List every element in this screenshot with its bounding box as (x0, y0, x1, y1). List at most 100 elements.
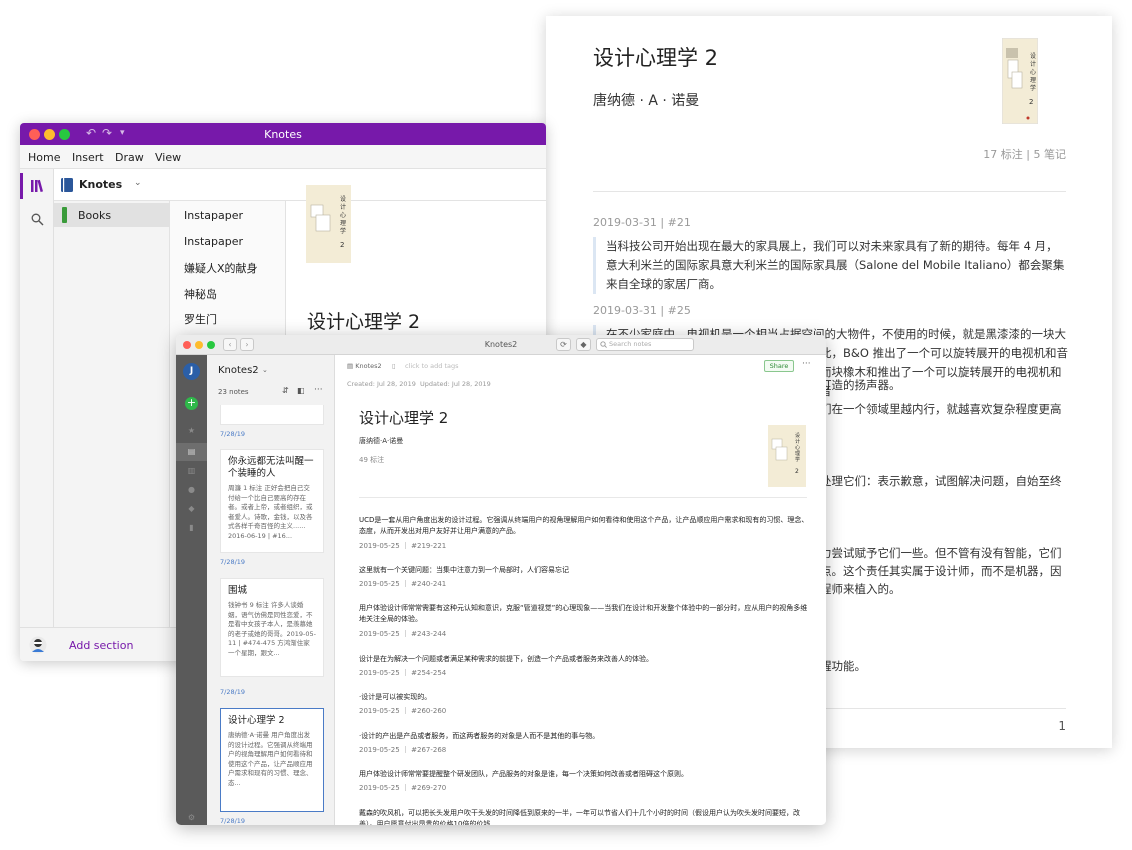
book-cover-image: 设 计 心 理 学 2 (1002, 38, 1038, 124)
notebooks-icon[interactable]: ▥ (176, 466, 207, 475)
ribbon-tabs: Home Insert Draw View (20, 145, 546, 169)
entry-text-fragment: 们在一个领域里越内行，就越喜欢复杂程度更高 (820, 402, 1062, 416)
notebook-selector[interactable]: Knotes ⌄ (54, 169, 546, 201)
doc-title: 设计心理学 2 (593, 46, 719, 70)
entry-text-fragment: 点。这个责任其实属于设计师，而不是机器，因 (820, 564, 1062, 578)
tag-icon: ▯ (392, 362, 396, 370)
note-date: 7/28/19 (220, 558, 246, 566)
divider (359, 497, 807, 498)
avatar[interactable] (29, 636, 47, 654)
search-input[interactable]: Search notes (596, 338, 694, 351)
trash-icon[interactable]: ▮ (176, 523, 207, 532)
notebook-name[interactable]: Knotes2 (218, 365, 259, 376)
svg-text:心: 心 (795, 444, 800, 451)
page-item[interactable]: 嫌疑人X的献身 (184, 260, 258, 276)
entry-text-fragment: 力尝试赋予它们一些。但不管有没有智能，它们 (820, 546, 1062, 560)
note-date: 7/28/19 (220, 430, 246, 438)
nav-rail: J + ★ ▤ ▥ ● ◆ ▮ ⚙ (176, 355, 207, 825)
section-color-tab (62, 207, 67, 223)
note-count: 23 notes (218, 388, 249, 396)
tab-home[interactable]: Home (28, 151, 60, 164)
page-item[interactable]: 神秘岛 (184, 286, 217, 302)
list-item-partial[interactable] (220, 405, 324, 425)
svg-text:学: 学 (795, 456, 800, 463)
bell-icon[interactable]: ◆ (576, 338, 591, 351)
add-tags-input[interactable]: click to add tags (405, 362, 459, 370)
highlight-meta: 2019-05-25 ｜ #269-270 (359, 784, 447, 792)
more-options-icon[interactable]: ··· (314, 385, 323, 395)
notes-icon[interactable]: ▤ (176, 447, 207, 456)
entry-quote: 当科技公司开始出现在最大的家具展上，我们可以对未来家具有了新的期待。每年 4 月… (593, 237, 1066, 294)
page-item[interactable]: Instapaper (184, 209, 243, 222)
shortcuts-icon[interactable]: ★ (176, 426, 207, 435)
title-bar: ↶ ↷ ▾ Knotes (20, 123, 546, 145)
page-title: 设计心理学 2 (307, 311, 421, 333)
entry-meta: 2019-03-31 | #25 (593, 304, 691, 317)
new-note-button[interactable]: + (185, 397, 198, 410)
section-label: Books (78, 209, 112, 222)
note-title[interactable]: 设计心理学 2 (359, 407, 448, 428)
annotation-count: 49 标注 (359, 456, 385, 464)
highlight-text: 用户体验设计师常常需要有这种元认知和意识，克服“管道视觉”的心理现象——当我们在… (359, 604, 808, 623)
sync-icon[interactable]: ⟳ (556, 338, 571, 351)
active-indicator (20, 173, 23, 199)
account-avatar[interactable]: J (183, 363, 200, 380)
list-item-selected[interactable]: 设计心理学 2 唐纳德·A·诺曼 用户角度出发的设计过程。它强调从终端用户的视角… (220, 708, 324, 812)
share-button[interactable]: Share (764, 360, 794, 372)
tab-draw[interactable]: Draw (115, 151, 144, 164)
note-date: 7/28/19 (220, 817, 246, 825)
entry-text-fragment: 此，B&O 推出了一个可以旋转展开的电视机和音 (820, 346, 1069, 360)
svg-text:计: 计 (1030, 60, 1036, 68)
note-card-title: 你永远都无法叫醒一个装睡的人 (228, 456, 314, 479)
notebooks-icon[interactable] (30, 179, 44, 193)
highlight-text: UCD是一套从用户角度出发的设计过程。它强调从终端用户的视角理解用户如何看待和使… (359, 516, 809, 535)
highlight-text: 用户体验设计师常常要提醒整个研发团队，产品服务的对象是谁，每一个决策如何改善或者… (359, 770, 688, 778)
window-title: Knotes2 (484, 340, 518, 349)
note-date: 7/28/19 (220, 688, 246, 696)
entry-text-fragment: 程师来植入的。 (820, 582, 901, 596)
svg-text:计: 计 (340, 203, 346, 211)
add-section-button[interactable]: Add section (69, 639, 133, 652)
note-card-title: 设计心理学 2 (228, 715, 285, 726)
tab-view[interactable]: View (155, 151, 181, 164)
notebook-icon (61, 178, 73, 192)
note-card-snippet: 钱钟书 9 标注 许多人谈婚姻，语气仿佛是同性恋爱，不是看中女孩子本人，是羡慕她… (228, 601, 317, 657)
highlight-text: ·设计是可以被实现的。 (359, 693, 432, 701)
entry-text-fragment: 醒功能。 (820, 659, 866, 673)
sort-icon[interactable]: ⇵ (282, 386, 289, 395)
svg-text:设: 设 (1030, 52, 1036, 60)
annotation-counts: 17 标注 | 5 笔记 (983, 148, 1066, 161)
settings-icon[interactable]: ⚙ (176, 813, 207, 822)
more-options-icon[interactable]: ··· (802, 359, 811, 369)
svg-text:理: 理 (340, 220, 346, 227)
chevron-down-icon: ⌄ (134, 178, 142, 188)
page-item[interactable]: Instapaper (184, 235, 243, 248)
highlight-text: ·设计的产出是产品或者服务，而这两者服务的对象是人而不是其他的事与物。 (359, 732, 600, 740)
svg-text:2: 2 (1029, 98, 1033, 106)
search-icon[interactable] (31, 213, 44, 226)
updated-date: Updated: Jul 28, 2019 (420, 380, 491, 388)
knotes2-window: ‹ › Knotes2 ⟳ ◆ Search notes J + ★ ▤ ▥ ●… (176, 335, 826, 825)
tab-insert[interactable]: Insert (72, 151, 104, 164)
view-toggle-icon[interactable]: ◧ (297, 386, 305, 395)
svg-text:2: 2 (340, 241, 344, 249)
notebook-name: Knotes (79, 178, 123, 191)
list-item[interactable]: 你永远都无法叫醒一个装睡的人 周濂 1 标注 正好会把自己交付给一个比自己要高的… (220, 449, 324, 553)
highlight-text: 戴森的吹风机，可以把长头发用户吹干头发的时间降低到原来的一半，一年可以节省人们十… (359, 809, 800, 825)
svg-text:心: 心 (340, 212, 346, 219)
svg-text:计: 计 (795, 438, 800, 445)
page-item[interactable]: 罗生门 (184, 311, 217, 327)
search-icon (600, 341, 607, 348)
chevron-down-icon[interactable]: ⌄ (262, 366, 268, 374)
svg-text:理: 理 (1030, 77, 1036, 84)
nav-rail (20, 169, 54, 661)
tags-icon[interactable]: ◆ (176, 504, 207, 513)
highlight-meta: 2019-05-25 ｜ #260-260 (359, 707, 447, 715)
section-item-books[interactable]: Books (54, 203, 170, 227)
list-item[interactable]: 围城 钱钟书 9 标注 许多人谈婚姻，语气仿佛是同性恋爱，不是看中女孩子本人，是… (220, 578, 324, 677)
svg-text:设: 设 (340, 195, 346, 203)
note-card-snippet: 唐纳德·A·诺曼 用户角度出发的设计过程。它强调从终端用户的视角理解用户如何看待… (228, 731, 313, 787)
window-title: Knotes (264, 128, 302, 141)
note-notebook-breadcrumb[interactable]: ▤ Knotes2 (347, 362, 382, 370)
shared-icon[interactable]: ● (176, 485, 207, 494)
